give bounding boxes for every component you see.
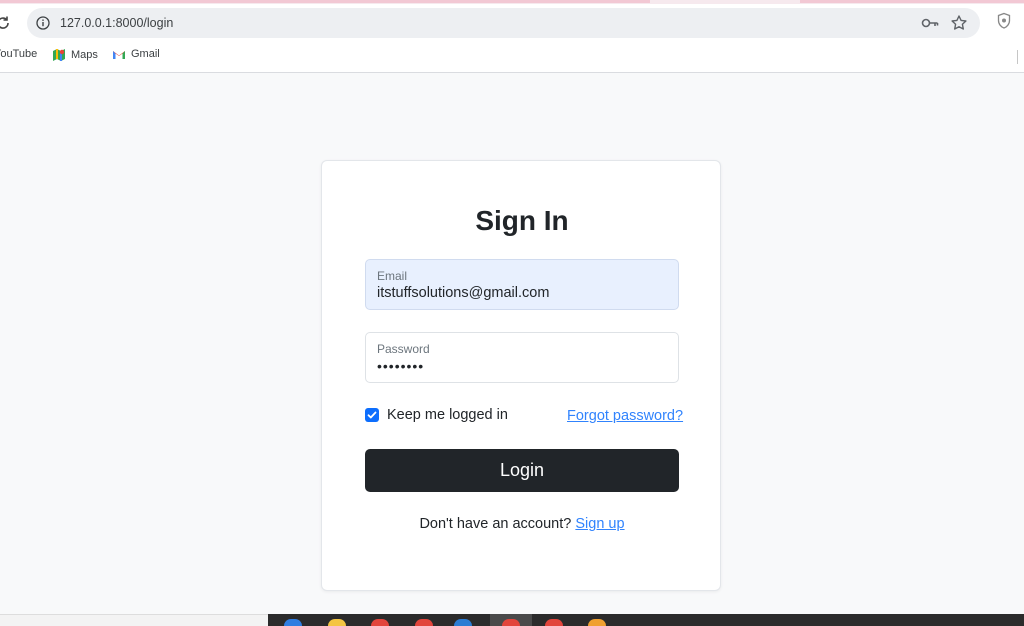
folder-icon[interactable] [328, 619, 346, 626]
remember-checkbox[interactable] [365, 408, 379, 422]
chrome-icon[interactable] [545, 619, 563, 626]
address-bar[interactable]: 127.0.0.1:8000/login [27, 8, 980, 38]
password-label: Password [377, 342, 430, 356]
taskbar-app-icon[interactable] [284, 619, 302, 626]
bookmarks-bar: YouTube Maps Gmail [0, 42, 1024, 73]
password-key-icon[interactable] [921, 16, 939, 30]
bookmark-label: YouTube [0, 48, 38, 60]
url-text[interactable]: 127.0.0.1:8000/login [60, 16, 173, 30]
login-button[interactable]: Login [365, 449, 679, 492]
chrome-icon[interactable] [415, 619, 433, 626]
bookmark-label: Maps [71, 49, 98, 61]
bookmarks-separator [1017, 50, 1018, 64]
signup-prompt: Don't have an account? [419, 516, 572, 532]
remember-me[interactable]: Keep me logged in [365, 407, 508, 423]
forgot-password-link[interactable]: Forgot password? [567, 408, 683, 424]
tab-strip-segment [0, 0, 650, 3]
email-field[interactable]: Email itstuffsolutions@gmail.com [365, 259, 679, 310]
taskbar-left [0, 614, 268, 626]
tab-strip-segment [800, 0, 1024, 3]
login-card: Sign In Email itstuffsolutions@gmail.com… [321, 160, 721, 591]
bookmark-gmail[interactable]: Gmail [112, 48, 160, 60]
remember-label: Keep me logged in [387, 407, 508, 423]
bookmark-label: Gmail [131, 48, 160, 60]
email-label: Email [377, 269, 408, 283]
site-info-icon[interactable] [36, 16, 50, 30]
bookmark-youtube[interactable]: YouTube [0, 48, 37, 60]
chrome-icon[interactable] [371, 619, 389, 626]
page-body: Sign In Email itstuffsolutions@gmail.com… [0, 74, 1024, 614]
gmail-icon [113, 50, 125, 59]
password-input[interactable]: •••••••• [377, 358, 424, 374]
browser-toolbar: 127.0.0.1:8000/login [0, 4, 1024, 42]
maps-icon [53, 49, 65, 61]
vscode-icon[interactable] [454, 619, 472, 626]
checkmark-icon [367, 411, 377, 419]
password-field[interactable]: Password •••••••• [365, 332, 679, 383]
page-title: Sign In [475, 205, 569, 236]
signup-row: Don't have an account? Sign up [322, 516, 722, 532]
taskbar [268, 614, 1024, 626]
app-icon[interactable] [588, 619, 606, 626]
reload-icon[interactable] [0, 14, 12, 32]
signup-link[interactable]: Sign up [575, 516, 624, 532]
bookmark-maps[interactable]: Maps [52, 48, 98, 62]
extension-shield-icon[interactable] [996, 12, 1012, 30]
bookmark-star-icon[interactable] [950, 14, 968, 32]
email-input[interactable]: itstuffsolutions@gmail.com [377, 285, 549, 301]
chrome-icon[interactable] [502, 619, 520, 626]
